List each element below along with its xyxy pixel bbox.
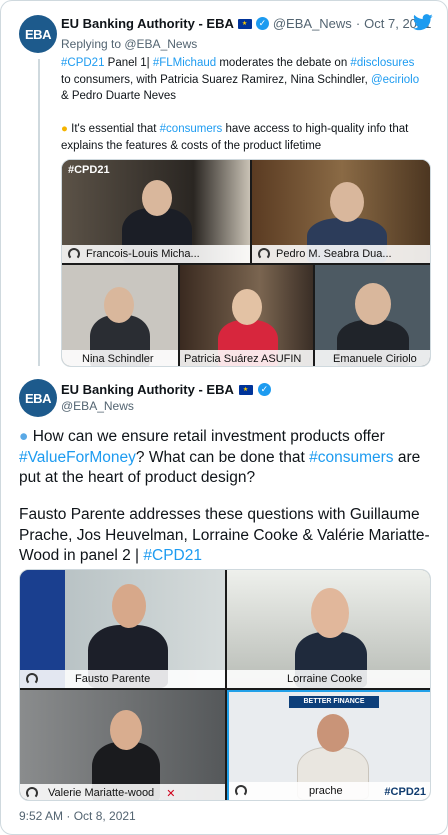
- tweet-line: #CPD21 Panel 1| #FLMichaud moderates the…: [61, 55, 439, 72]
- speaker-head: [142, 180, 172, 216]
- participant-caption: Pedro M. Seabra Dua...: [252, 245, 430, 263]
- mention-link[interactable]: @eciriolo: [371, 74, 419, 86]
- video-badge: #CPD21: [384, 786, 426, 798]
- text-span: ? What can be done that: [135, 448, 310, 466]
- tweet-header: EU Banking Authority - EBA ✓: [61, 382, 271, 397]
- hashtag-link[interactable]: #ValueForMoney: [19, 449, 136, 466]
- tweet-line: & Pedro Duarte Neves: [61, 90, 177, 102]
- video-grid-image[interactable]: Fausto Parente Lorraine Cooke Valerie Ma…: [19, 569, 431, 801]
- verified-badge-icon: ✓: [255, 17, 269, 30]
- video-badge: #CPD21: [68, 164, 110, 176]
- twitter-bird-icon[interactable]: [413, 14, 433, 31]
- video-grid-image[interactable]: #CPD21 Francois-Louis Micha... Pedro M. …: [61, 159, 431, 367]
- video-tile: Emanuele Ciriolo: [315, 265, 430, 366]
- speaker-head: [232, 289, 262, 325]
- tweet-line: ● It's essential that #consumers have ac…: [61, 121, 439, 138]
- speech-bubble-icon: ●: [19, 428, 29, 445]
- hashtag-link[interactable]: #CPD21: [143, 547, 202, 564]
- participant-name: Patricia Suárez ASUFIN: [184, 353, 302, 365]
- author-name[interactable]: EU Banking Authority - EBA: [61, 382, 234, 397]
- tweet-text: Fausto Parente addresses these questions…: [19, 505, 434, 567]
- video-tile: Valerie Mariatte-wood ✕: [20, 690, 225, 800]
- participant-name: Nina Schindler: [82, 353, 154, 365]
- participant-name: prache: [309, 785, 343, 797]
- hashtag-link[interactable]: #disclosures: [350, 57, 414, 69]
- lightbulb-icon: ●: [61, 123, 68, 135]
- speaker-head: [104, 287, 134, 323]
- video-tile: Nina Schindler: [62, 265, 178, 366]
- participant-caption: Patricia Suárez ASUFIN: [180, 350, 313, 366]
- banner: BETTER FINANCE: [289, 696, 379, 708]
- avatar-text: EBA: [25, 390, 51, 406]
- participant-name: Lorraine Cooke: [287, 673, 363, 685]
- avatar-text: EBA: [25, 26, 51, 42]
- video-tile: Fausto Parente: [20, 570, 225, 688]
- video-tile: Patricia Suárez ASUFIN: [180, 265, 313, 366]
- avatar[interactable]: EBA: [19, 379, 57, 417]
- participant-name: Emanuele Ciriolo: [333, 353, 417, 365]
- author-handle[interactable]: @EBA_News: [61, 399, 134, 413]
- microphone-icon: [26, 787, 38, 799]
- participant-name: Valerie Mariatte-wood: [48, 787, 155, 799]
- speaker-head: [112, 584, 146, 628]
- text-span: It's essential that: [71, 123, 160, 135]
- hashtag-link[interactable]: #consumers: [309, 449, 393, 466]
- participant-caption: Nina Schindler: [62, 350, 178, 366]
- microphone-icon: [258, 248, 270, 260]
- video-tile: Lorraine Cooke: [227, 570, 430, 688]
- speaker-head: [355, 283, 391, 325]
- participant-name: Fausto Parente: [75, 673, 151, 685]
- participant-name: Pedro M. Seabra Dua...: [276, 248, 392, 260]
- separator-dot: ·: [355, 16, 361, 31]
- verified-badge-icon: ✓: [257, 383, 271, 396]
- participant-caption: Emanuele Ciriolo: [315, 350, 430, 366]
- participant-caption: Lorraine Cooke: [227, 670, 430, 688]
- text-span: to consumers, with Patricia Suarez Ramir…: [61, 73, 371, 86]
- text-span: Panel 1|: [104, 57, 153, 69]
- video-tile: #CPD21 Francois-Louis Micha...: [62, 160, 250, 263]
- video-tile-active-speaker: BETTER FINANCE prache #CPD21: [227, 690, 430, 800]
- speaker-head: [330, 182, 364, 222]
- speaker-head: [311, 588, 349, 638]
- participant-caption: Francois-Louis Micha...: [62, 245, 250, 263]
- text-span: moderates the debate on: [216, 57, 351, 69]
- participant-name: Francois-Louis Micha...: [86, 248, 200, 260]
- author-name[interactable]: EU Banking Authority - EBA: [61, 16, 234, 31]
- eu-flag-icon: [237, 18, 252, 29]
- microphone-icon: [68, 248, 80, 260]
- tweet-text: ● How can we ensure retail investment pr…: [19, 427, 434, 489]
- tweet-header: EU Banking Authority - EBA ✓ @EBA_News ·…: [61, 16, 431, 31]
- avatar[interactable]: EBA: [19, 15, 57, 53]
- video-tile: Pedro M. Seabra Dua...: [252, 160, 430, 263]
- microphone-icon: [235, 785, 247, 797]
- hashtag-link[interactable]: #CPD21: [61, 57, 104, 69]
- tweet-line: explains the features & costs of the pro…: [61, 139, 322, 152]
- tweet-line: to consumers, with Patricia Suarez Ramir…: [61, 72, 439, 89]
- speaker-head: [110, 710, 142, 750]
- speaker-head: [317, 714, 349, 752]
- participant-caption: Fausto Parente: [20, 670, 225, 688]
- text-span: have access to high-quality info that: [222, 123, 409, 135]
- tweet-timestamp[interactable]: 9:52 AM · Oct 8, 2021: [19, 809, 136, 823]
- tweet-text: #CPD21 Panel 1| #FLMichaud moderates the…: [61, 55, 439, 154]
- eu-flag-icon: [238, 384, 253, 395]
- microphone-icon: [26, 673, 38, 685]
- thread-connector-line: [38, 59, 40, 366]
- replying-to-label[interactable]: Replying to @EBA_News: [61, 37, 197, 51]
- tweet-thread-card: EBA EU Banking Authority - EBA ✓ @EBA_Ne…: [0, 0, 448, 835]
- mic-muted-icon: ✕: [166, 787, 176, 800]
- participant-caption: Valerie Mariatte-wood ✕: [20, 784, 225, 800]
- author-handle[interactable]: @EBA_News: [273, 16, 352, 31]
- hashtag-link[interactable]: #consumers: [160, 123, 223, 135]
- text-span: How can we ensure retail investment prod…: [32, 428, 385, 445]
- text-span: Fausto Parente addresses these questions…: [19, 506, 430, 564]
- hashtag-link[interactable]: #FLMichaud: [153, 57, 216, 69]
